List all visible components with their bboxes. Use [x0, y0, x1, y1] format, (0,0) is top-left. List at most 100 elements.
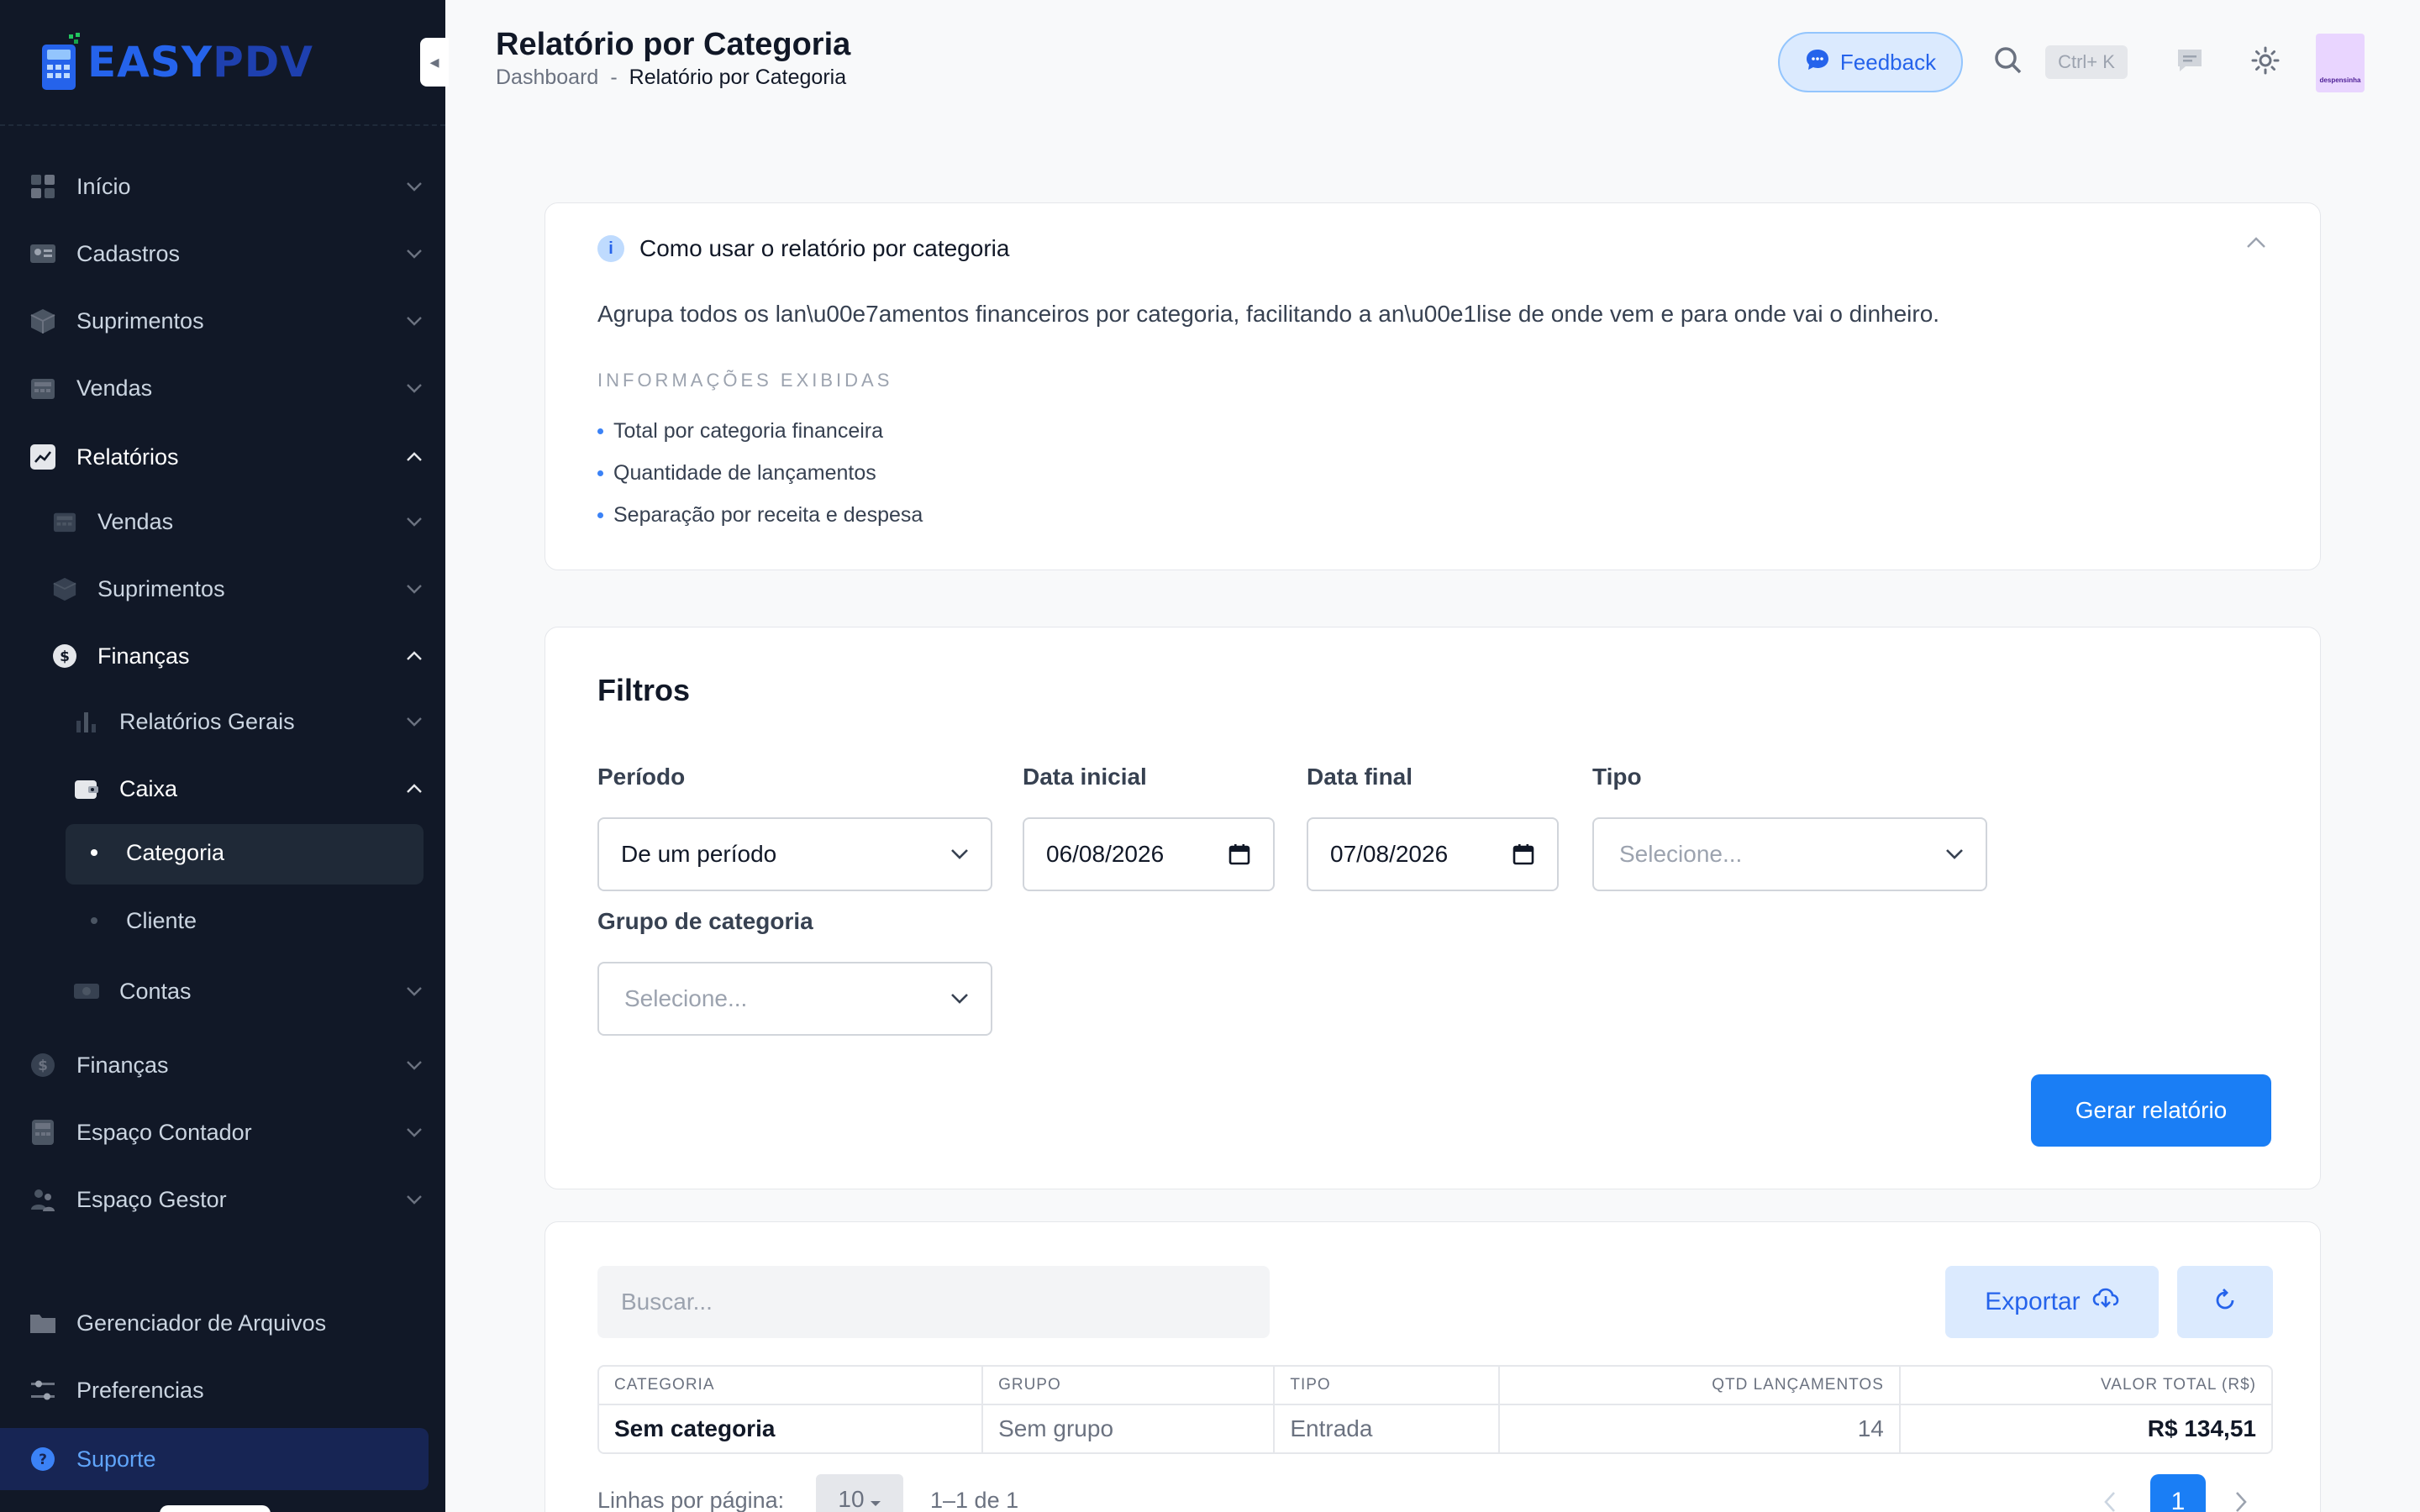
table-cell-tipo: Entrada — [1275, 1404, 1500, 1452]
sidebar-item-inicio[interactable]: Início — [0, 157, 445, 216]
sidebar-item-gerenciador-arquivos[interactable]: Gerenciador de Arquivos — [0, 1294, 445, 1352]
info-list: Total por categoria financeira Quantidad… — [597, 410, 923, 536]
list-item: Separação por receita e despesa — [597, 494, 923, 536]
svg-text:$: $ — [38, 1058, 48, 1074]
sidebar-item-cadastros[interactable]: Cadastros — [0, 224, 445, 283]
search-icon[interactable] — [1990, 42, 2027, 79]
bar-chart-icon — [72, 707, 101, 736]
sidebar-subitem-financas[interactable]: $ Finanças — [0, 627, 445, 685]
chevron-up-icon — [403, 446, 425, 468]
avatar-label: despensinha — [2319, 76, 2361, 84]
chevron-up-icon[interactable] — [2246, 237, 2266, 253]
sun-icon[interactable] — [2247, 42, 2284, 79]
rows-per-page-select[interactable]: 10 — [816, 1474, 903, 1512]
sidebar-item-vendas[interactable]: Vendas — [0, 359, 445, 417]
chevron-down-icon — [403, 980, 425, 1002]
info-header[interactable]: i Como usar o relatório por categoria — [597, 235, 1009, 262]
refresh-button[interactable] — [2177, 1266, 2273, 1338]
sidebar-subitem-suprimentos[interactable]: Suprimentos — [0, 559, 445, 618]
bullet-icon — [86, 838, 103, 867]
info-card: i Como usar o relatório por categoria Ag… — [544, 202, 2321, 570]
tipo-select[interactable]: Selecione... — [1592, 817, 1987, 891]
calendar-icon[interactable] — [1228, 843, 1251, 866]
sidebar-bottom-handle — [160, 1505, 271, 1512]
sidebar-item-label: Gerenciador de Arquivos — [76, 1310, 327, 1336]
refresh-icon — [2212, 1288, 2238, 1317]
list-item: Total por categoria financeira — [597, 410, 923, 452]
chevron-down-icon — [950, 848, 969, 860]
column-header[interactable]: GRUPO — [983, 1367, 1276, 1404]
money-bill-icon — [72, 977, 101, 1005]
bullet-icon — [86, 906, 103, 935]
data-inicial-label: Data inicial — [1023, 764, 1147, 790]
sidebar-item-espaco-gestor[interactable]: Espaço Gestor — [0, 1170, 445, 1229]
list-item: Quantidade de lançamentos — [597, 452, 923, 494]
grupo-categoria-select[interactable]: Selecione... — [597, 962, 992, 1036]
tipo-label: Tipo — [1592, 764, 1642, 790]
info-icon: i — [597, 235, 624, 262]
message-icon[interactable] — [2171, 42, 2208, 79]
dashboard-icon — [29, 172, 57, 201]
folder-icon — [29, 1309, 57, 1337]
chevron-down-icon — [403, 578, 425, 600]
filters-card: Filtros Período De um período Data inici… — [544, 627, 2321, 1189]
chevron-right-icon[interactable] — [2234, 1491, 2248, 1512]
chevron-down-icon — [403, 243, 425, 265]
cash-register-icon — [50, 507, 79, 536]
periodo-select[interactable]: De um período — [597, 817, 992, 891]
chat-bubble-icon — [1805, 48, 1830, 77]
table-cell-qtd: 14 — [1499, 1404, 1901, 1452]
chevron-left-icon: ◂ — [429, 51, 439, 72]
data-inicial-input[interactable]: 06/08/2026 — [1023, 817, 1275, 891]
export-button[interactable]: Exportar — [1945, 1266, 2159, 1338]
table-cell-grupo: Sem grupo — [983, 1404, 1276, 1452]
dollar-icon: $ — [29, 1051, 57, 1079]
sidebar-item-suporte[interactable]: ? Suporte — [0, 1430, 445, 1488]
sidebar-item-label: Espaço Gestor — [76, 1186, 227, 1212]
data-inicial-value: 06/08/2026 — [1046, 841, 1165, 867]
sidebar-item-label: Preferencias — [76, 1377, 204, 1403]
breadcrumb-home[interactable]: Dashboard — [496, 66, 598, 90]
cloud-download-icon — [2092, 1288, 2119, 1316]
grupo-categoria-label: Grupo de categoria — [597, 908, 813, 934]
calendar-icon[interactable] — [1512, 843, 1535, 866]
page-button-current[interactable]: 1 — [2150, 1474, 2206, 1512]
gerar-relatorio-button[interactable]: Gerar relatório — [2031, 1074, 2271, 1147]
column-header[interactable]: QTD LANÇAMENTOS — [1500, 1367, 1901, 1404]
chevron-down-icon — [403, 1121, 425, 1143]
feedback-button[interactable]: Feedback — [1778, 32, 1963, 92]
sidebar-item-preferencias[interactable]: Preferencias — [0, 1361, 445, 1420]
chevron-down-icon — [403, 1054, 425, 1076]
avatar[interactable]: despensinha — [2316, 34, 2365, 92]
sidebar: EASYPDV ◂ Início Cadastros Suprimentos V… — [0, 0, 449, 1512]
column-header[interactable]: TIPO — [1275, 1367, 1500, 1404]
sidebar-item-espaco-contador[interactable]: Espaço Contador — [0, 1103, 445, 1162]
sidebar-item-label: Categoria — [126, 839, 225, 865]
sidebar-subitem-relatorios-gerais[interactable]: Relatórios Gerais — [0, 692, 445, 751]
brand-name: EASYPDV — [87, 38, 313, 87]
data-final-input[interactable]: 07/08/2026 — [1307, 817, 1559, 891]
box-icon — [29, 307, 57, 335]
info-title: Como usar o relatório por categoria — [639, 235, 1010, 261]
table-row[interactable]: Sem categoria Sem grupo Entrada 14 R$ 13… — [599, 1404, 2271, 1452]
sidebar-subitem-caixa[interactable]: Caixa — [0, 759, 445, 818]
column-header[interactable]: CATEGORIA — [599, 1367, 984, 1404]
sidebar-item-suprimentos[interactable]: Suprimentos — [0, 291, 445, 350]
brand-logo[interactable]: EASYPDV — [39, 29, 313, 96]
sidebar-item-financas[interactable]: $ Finanças — [0, 1036, 445, 1095]
chevron-down-icon — [403, 377, 425, 399]
sidebar-subitem-vendas[interactable]: Vendas — [0, 492, 445, 551]
sidebar-item-label: Finanças — [76, 1052, 169, 1078]
chevron-left-icon[interactable] — [2103, 1491, 2117, 1512]
dollar-icon: $ — [50, 642, 79, 670]
breadcrumb: Dashboard - Relatório por Categoria — [496, 66, 846, 90]
sidebar-item-label: Cliente — [126, 907, 197, 933]
chevron-up-icon — [403, 645, 425, 667]
sidebar-item-relatorios[interactable]: Relatórios — [0, 428, 445, 486]
sidebar-subitem-categoria[interactable]: Categoria — [0, 823, 445, 882]
search-input[interactable]: Buscar... — [597, 1266, 1270, 1338]
column-header[interactable]: VALOR TOTAL (R$) — [1901, 1367, 2271, 1404]
collapse-sidebar-button[interactable]: ◂ — [420, 38, 449, 87]
sidebar-subitem-cliente[interactable]: Cliente — [0, 891, 445, 950]
sidebar-subitem-contas[interactable]: Contas — [0, 962, 445, 1021]
